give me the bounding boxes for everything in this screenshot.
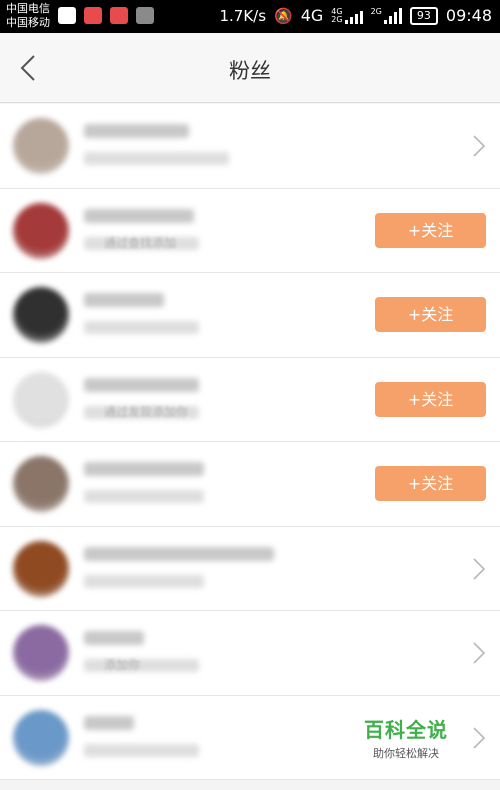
fan-name-obscured xyxy=(84,715,134,730)
avatar[interactable] xyxy=(13,456,69,512)
fan-detail-obscured xyxy=(84,743,199,757)
follow-button[interactable]: +关注 xyxy=(375,381,486,417)
notification-icons xyxy=(58,7,154,24)
signal-label-b: 2G xyxy=(331,14,343,24)
gallery-icon xyxy=(136,7,154,24)
chevron-right-icon[interactable] xyxy=(472,726,486,749)
page-title: 粉丝 xyxy=(229,59,271,83)
chevron-right-icon[interactable] xyxy=(472,135,486,157)
status-bar: 中国电信 中国移动 1.7K/s 🔕 4G 4G 2G 2G 93 09:48 xyxy=(0,0,500,33)
avatar[interactable] xyxy=(13,709,69,766)
avatar[interactable] xyxy=(13,287,69,343)
carrier-1: 中国电信 xyxy=(6,2,50,15)
map-icon xyxy=(84,7,102,24)
fan-detail-obscured xyxy=(84,574,204,588)
chevron-right-icon[interactable] xyxy=(472,557,486,580)
signal-label-c: 2G xyxy=(370,6,382,16)
follow-button[interactable]: +关注 xyxy=(375,466,486,501)
fan-name-obscured xyxy=(84,293,164,307)
fan-row[interactable] xyxy=(0,104,500,189)
signal-bars-2-icon xyxy=(383,7,402,24)
network-type: 4G xyxy=(300,6,324,25)
status-right: 1.7K/s 🔕 4G 4G 2G 2G 93 09:48 xyxy=(219,6,492,25)
fan-row[interactable]: 通过查找添加 +关注 xyxy=(0,189,500,273)
watermark-logo: 百科全说 xyxy=(364,718,448,742)
fan-list: 通过查找添加 +关注 +关注 通过发现添加你 +关注 +关注 添加你 xyxy=(0,104,500,780)
fan-row[interactable]: +关注 xyxy=(0,273,500,358)
follow-button[interactable]: +关注 xyxy=(375,212,486,248)
battery-icon: 93 xyxy=(409,6,438,25)
fan-detail-obscured xyxy=(84,152,229,165)
fan-name-obscured xyxy=(84,208,194,223)
fan-detail-obscured xyxy=(84,490,204,503)
fan-name-obscured xyxy=(84,377,199,392)
fan-name-obscured xyxy=(84,124,189,138)
fan-row[interactable]: 添加你 xyxy=(0,611,500,696)
fan-subtitle: 通过发现添加你 xyxy=(104,404,189,419)
signal-bars-1-icon xyxy=(344,8,363,24)
watermark-tagline: 助你轻松解决 xyxy=(373,747,439,760)
fan-name-obscured xyxy=(84,462,204,476)
avatar[interactable] xyxy=(13,371,69,428)
fan-subtitle: 添加你 xyxy=(104,658,141,672)
watermark: 百科全说 助你轻松解决 xyxy=(364,714,448,761)
fan-subtitle: 通过查找添加 xyxy=(104,235,177,250)
follow-button[interactable]: +关注 xyxy=(375,297,486,332)
fan-name-obscured xyxy=(84,546,274,561)
avatar[interactable] xyxy=(13,540,69,597)
avatar[interactable] xyxy=(13,118,69,174)
dual-signal: 4G 2G xyxy=(331,7,363,24)
fan-detail-obscured xyxy=(84,321,199,334)
avatar[interactable] xyxy=(13,625,69,681)
fan-row[interactable] xyxy=(0,527,500,611)
fan-row[interactable]: 通过发现添加你 +关注 xyxy=(0,358,500,442)
fan-name-obscured xyxy=(84,631,144,645)
qq-icon xyxy=(58,7,76,24)
fan-detail-obscured xyxy=(84,659,199,672)
signal-2: 2G xyxy=(370,6,402,24)
carrier-info: 中国电信 中国移动 xyxy=(6,2,50,30)
fan-row[interactable]: +关注 xyxy=(0,442,500,527)
avatar[interactable] xyxy=(13,202,69,259)
chevron-right-icon[interactable] xyxy=(472,642,486,664)
signal-labels: 4G 2G xyxy=(331,7,343,24)
clock: 09:48 xyxy=(445,6,492,25)
carrier-2: 中国移动 xyxy=(6,16,50,29)
net-speed: 1.7K/s xyxy=(219,6,267,25)
mute-icon: 🔕 xyxy=(274,6,293,25)
title-bar: 粉丝 xyxy=(0,33,500,103)
map-icon-2 xyxy=(110,7,128,24)
